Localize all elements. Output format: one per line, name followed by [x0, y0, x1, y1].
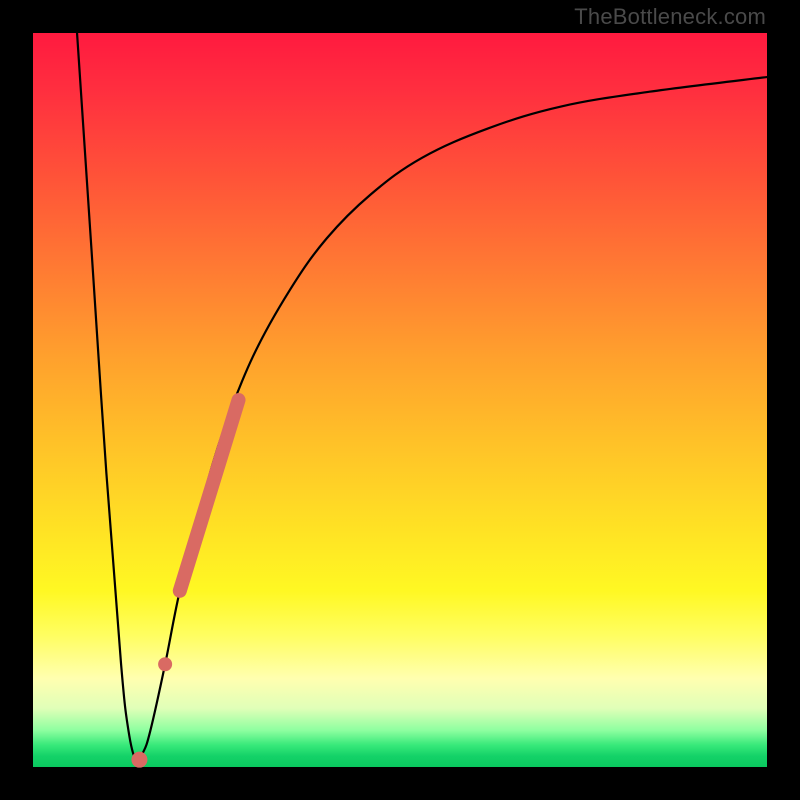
plot-area	[33, 33, 767, 767]
highlight-dot-upper	[158, 657, 172, 671]
chart-frame: TheBottleneck.com	[0, 0, 800, 800]
bottleneck-curve	[77, 33, 767, 761]
highlight-segment	[180, 400, 239, 591]
watermark-text: TheBottleneck.com	[574, 4, 766, 30]
chart-svg	[33, 33, 767, 767]
highlight-dot-lower	[131, 752, 147, 768]
